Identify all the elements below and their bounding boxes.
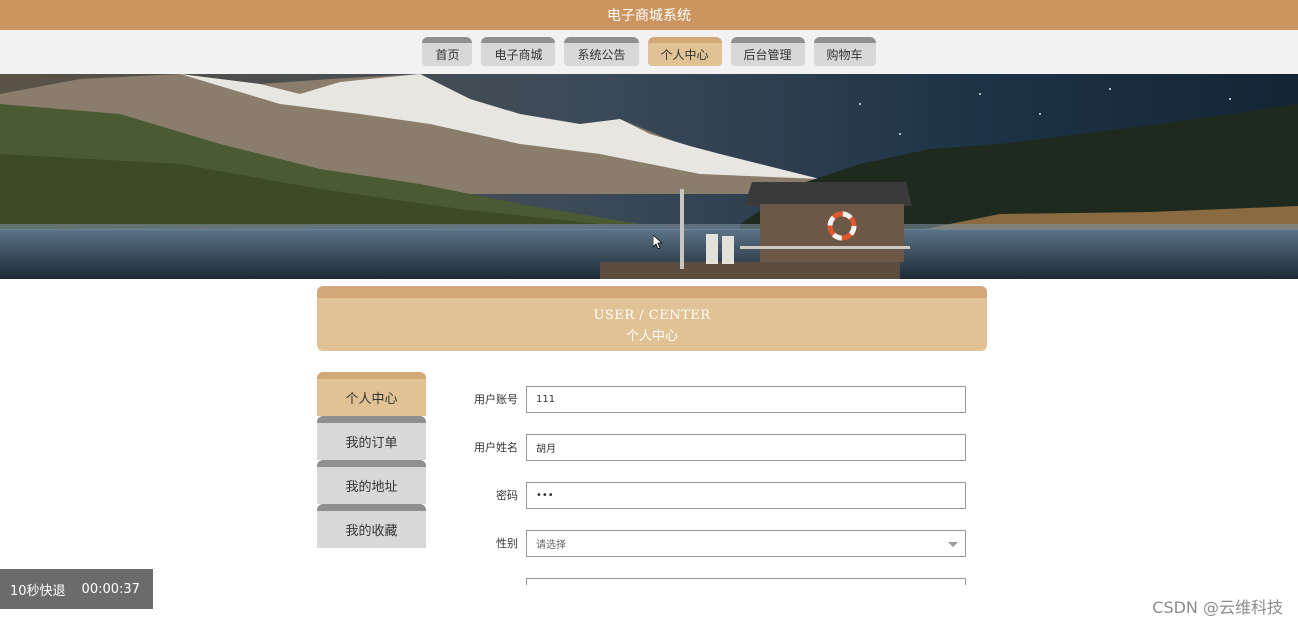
section-title-cn: 个人中心: [625, 329, 678, 344]
account-input[interactable]: 111: [526, 385, 966, 413]
sidebar-item-orders[interactable]: 我的订单: [317, 416, 426, 460]
profile-form: 用户账号 111 用户姓名 胡月 密码 ••• 性别 请选择: [440, 385, 980, 585]
hero-banner: [0, 74, 1298, 279]
nav-shop[interactable]: 电子商城: [481, 37, 556, 66]
name-label: 用户姓名: [474, 441, 518, 454]
watermark: CSDN @云维科技: [1152, 598, 1283, 617]
main-nav: 首页 电子商城 系统公告 个人中心 后台管理 购物车: [0, 30, 1298, 74]
gender-select[interactable]: 请选择: [526, 529, 966, 557]
user-sidebar: 个人中心 我的订单 我的地址 我的收藏: [317, 372, 426, 548]
nav-admin[interactable]: 后台管理: [730, 37, 805, 66]
account-label: 用户账号: [474, 393, 518, 406]
form-row-password: 密码 •••: [440, 481, 980, 509]
password-input[interactable]: •••: [526, 481, 966, 509]
gender-placeholder: 请选择: [536, 539, 566, 551]
user-center-header: USER / CENTER 个人中心: [317, 286, 987, 351]
gender-label: 性别: [496, 537, 518, 550]
nav-home[interactable]: 首页: [422, 37, 473, 66]
form-row-account: 用户账号 111: [440, 385, 980, 413]
next-field-input[interactable]: [526, 577, 966, 585]
rewind-label: 10秒快退: [10, 583, 66, 599]
nav-cart[interactable]: 购物车: [813, 37, 876, 66]
nav-user-center[interactable]: 个人中心: [647, 37, 722, 66]
sidebar-item-user-center[interactable]: 个人中心: [317, 372, 426, 416]
nav-announcements[interactable]: 系统公告: [564, 37, 639, 66]
video-rewind-overlay[interactable]: 10秒快退 00:00:37: [0, 569, 153, 609]
name-input[interactable]: 胡月: [526, 433, 966, 461]
form-row-gender: 性别 请选择: [440, 529, 980, 557]
chevron-down-icon: [948, 541, 958, 547]
banner-landscape-image: [0, 74, 1298, 279]
playback-time: 00:00:37: [81, 581, 140, 597]
site-title: 电子商城系统: [607, 8, 691, 24]
sidebar-item-favorites[interactable]: 我的收藏: [317, 504, 426, 548]
section-title-en: USER / CENTER: [593, 308, 711, 323]
sidebar-item-addresses[interactable]: 我的地址: [317, 460, 426, 504]
form-row-name: 用户姓名 胡月: [440, 433, 980, 461]
mouse-pointer-icon: [652, 234, 664, 253]
form-row-next: [440, 577, 980, 585]
site-title-bar: 电子商城系统: [0, 0, 1298, 30]
password-label: 密码: [496, 489, 518, 502]
